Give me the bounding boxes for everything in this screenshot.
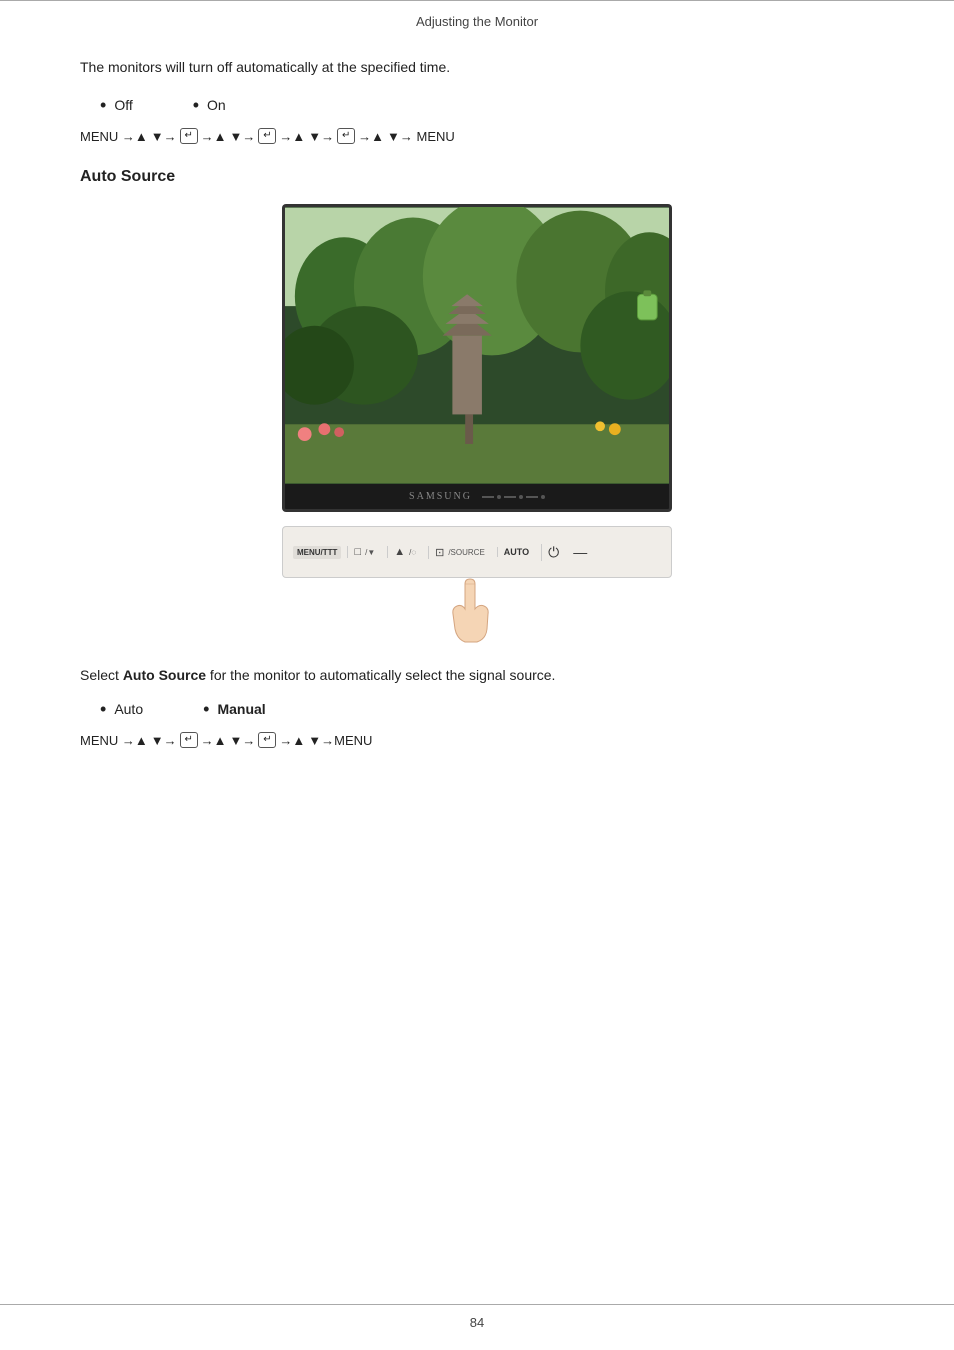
indicator-dot-1	[497, 495, 501, 499]
control-bar: MENU/TTT □ /▼ ▲ /◌ ⊡ /SOURCE AUTO	[282, 526, 672, 578]
describe-prefix: Select	[80, 667, 123, 683]
nav-text-4: →▲	[358, 129, 384, 144]
nav-arr-down-1: ▼→	[151, 129, 177, 144]
indicator-line-3	[526, 496, 538, 498]
nav-arr-down-2: ▼→	[230, 129, 256, 144]
bullet-label-on: On	[207, 97, 226, 113]
indicator-line-1	[482, 496, 494, 498]
indicator-dot-3	[541, 495, 545, 499]
bullet-dot-1: •	[100, 96, 106, 114]
intro-text: The monitors will turn off automatically…	[80, 57, 874, 78]
ctrl-minus: —	[573, 544, 587, 560]
ctrl-power-icon: ⏻	[548, 544, 559, 561]
samsung-logo: SAMSUNG	[409, 491, 472, 502]
bullet-dot-2: •	[193, 96, 199, 114]
describe-text: Select Auto Source for the monitor to au…	[80, 664, 874, 686]
enter-btn-1: ↵	[180, 128, 198, 144]
bullet-dot-3: •	[100, 700, 106, 718]
monitor-bottom-bar: SAMSUNG	[282, 484, 672, 512]
ctrl-icon-2: ▲	[394, 546, 405, 558]
enter-btn-3: ↵	[337, 128, 355, 144]
monitor-wrapper: SAMSUNG MENU/TTT □	[80, 204, 874, 644]
bullet-label-manual: Manual	[217, 701, 265, 717]
indicator-dot-2	[519, 495, 523, 499]
ctrl-section3-label: /SOURCE	[448, 548, 484, 557]
nav-sequence-1: MENU →▲ ▼→ ↵ →▲ ▼→ ↵ →▲ ▼→ ↵ →▲ ▼→ MENU	[80, 128, 874, 144]
nav-arr-down-4: ▼→ MENU	[387, 129, 455, 144]
ctrl-section-3: ⊡ /SOURCE	[428, 546, 491, 559]
page-container: Adjusting the Monitor The monitors will …	[0, 0, 954, 1350]
ctrl-section-2: ▲ /◌	[387, 546, 422, 558]
ctrl-icon-1: □	[354, 546, 361, 558]
nav2-text-2: →▲	[201, 733, 227, 748]
header-bar: Adjusting the Monitor	[0, 0, 954, 37]
bullet-label-off: Off	[114, 97, 132, 113]
hand-area	[282, 574, 672, 644]
ctrl-section-4: AUTO	[497, 547, 535, 557]
nav-text-2: →▲	[201, 129, 227, 144]
ctrl-section2-label: /◌	[409, 548, 416, 557]
page-footer: 84	[0, 1304, 954, 1330]
nav2-arr-down-3: ▼→MENU	[308, 733, 372, 748]
ctrl-icon-3: ⊡	[435, 546, 444, 559]
enter-btn-4: ↵	[180, 732, 198, 748]
enter-btn-2: ↵	[258, 128, 276, 144]
bullet-item-manual: • Manual	[203, 700, 266, 718]
ctrl-auto-label: AUTO	[504, 547, 529, 557]
nav2-arr-down-1: ▼→	[151, 733, 177, 748]
bullet-item-off: • Off	[100, 96, 133, 114]
monitor-indicators	[482, 495, 545, 499]
ctrl-section-1: □ /▼	[347, 546, 381, 558]
nav-text-1: MENU →▲	[80, 129, 148, 144]
monitor-display: SAMSUNG	[282, 204, 672, 512]
bullet-list-2: • Auto • Manual	[100, 700, 874, 718]
describe-bold: Auto Source	[123, 667, 206, 683]
describe-suffix: for the monitor to automatically select …	[206, 667, 555, 683]
nav-sequence-2: MENU →▲ ▼→ ↵ →▲ ▼→ ↵ →▲ ▼→MENU	[80, 732, 874, 748]
nav-text-3: →▲	[279, 129, 305, 144]
nav2-arr-down-2: ▼→	[230, 733, 256, 748]
ctrl-section1-label: /▼	[365, 548, 375, 557]
bullet-label-auto: Auto	[114, 701, 143, 717]
bullet-list-1: • Off • On	[100, 96, 874, 114]
bullet-dot-4: •	[203, 700, 209, 718]
hand-svg	[427, 574, 527, 644]
nav2-text-3: →▲	[279, 733, 305, 748]
ctrl-menu-label: MENU/TTT	[293, 546, 341, 559]
garden-svg	[285, 207, 669, 484]
ctrl-section-5: ⏻	[541, 544, 565, 561]
indicator-line-2	[504, 496, 516, 498]
nav2-text-1: MENU →▲	[80, 733, 148, 748]
nav-arr-down-3: ▼→	[308, 129, 334, 144]
page-number: 84	[470, 1315, 484, 1330]
control-bar-wrapper: MENU/TTT □ /▼ ▲ /◌ ⊡ /SOURCE AUTO	[282, 526, 672, 644]
bullet-item-auto: • Auto	[100, 700, 143, 718]
main-content: The monitors will turn off automatically…	[0, 37, 954, 812]
section-heading: Auto Source	[80, 168, 874, 186]
header-title: Adjusting the Monitor	[416, 14, 538, 29]
monitor-screen	[282, 204, 672, 484]
enter-btn-5: ↵	[258, 732, 276, 748]
bullet-item-on: • On	[193, 96, 226, 114]
